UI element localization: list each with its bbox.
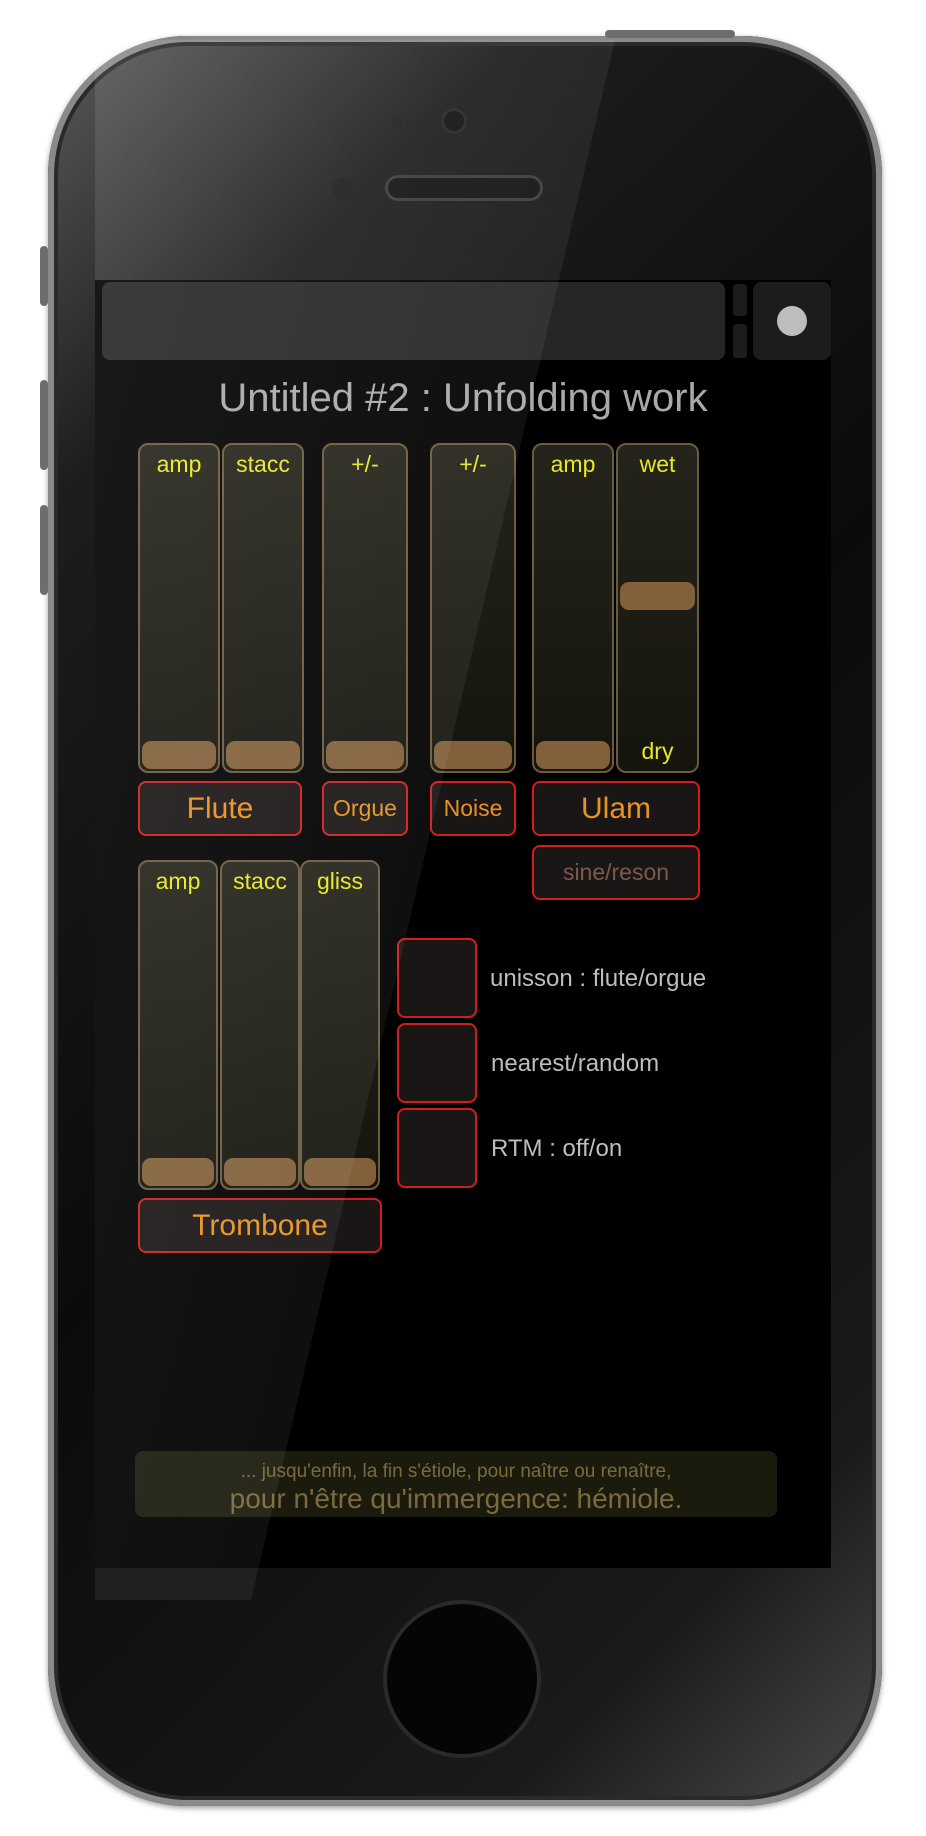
slider-label: stacc	[233, 868, 287, 894]
top-bar-divider	[733, 284, 747, 316]
earpiece-speaker	[385, 175, 543, 201]
slider-handle[interactable]	[304, 1158, 376, 1186]
nearest-random-toggle[interactable]	[397, 1023, 477, 1103]
slider-handle[interactable]	[434, 741, 512, 769]
ulam-button[interactable]: Ulam	[532, 781, 700, 836]
page-title: Untitled #2 : Unfolding work	[218, 376, 708, 420]
flute-amp-slider[interactable]: amp	[138, 443, 220, 773]
volume-down-button	[40, 505, 48, 595]
flute-stacc-slider[interactable]: stacc	[222, 443, 304, 773]
slider-handle[interactable]	[226, 741, 300, 769]
unisson-toggle[interactable]	[397, 938, 477, 1018]
trombone-gliss-slider[interactable]: gliss	[300, 860, 380, 1190]
top-bar-divider	[733, 324, 747, 358]
slider-label: amp	[155, 868, 201, 894]
top-bar	[102, 282, 725, 360]
noise-plusminus-slider[interactable]: +/-	[430, 443, 516, 773]
rtm-toggle[interactable]	[397, 1108, 477, 1188]
sine-reson-button[interactable]: sine/reson	[532, 845, 700, 900]
trombone-stacc-slider[interactable]: stacc	[220, 860, 300, 1190]
trombone-button[interactable]: Trombone	[138, 1198, 382, 1253]
proximity-sensor	[332, 178, 354, 200]
orgue-plusminus-slider[interactable]: +/-	[322, 443, 408, 773]
slider-handle[interactable]	[536, 741, 610, 769]
slider-handle[interactable]	[326, 741, 404, 769]
slider-label: gliss	[316, 868, 363, 894]
slider-label-dry: dry	[641, 738, 674, 764]
nearest-random-toggle-label: nearest/random	[491, 1050, 660, 1077]
power-button	[605, 30, 735, 38]
app-screen: Untitled #2 : Unfolding work amp stacc +…	[95, 280, 831, 1568]
poem-footer: ... jusqu'enfin, la fin s'étiole, pour n…	[135, 1451, 777, 1517]
slider-label: +/-	[351, 451, 379, 477]
flute-button[interactable]: Flute	[138, 781, 302, 836]
record-icon	[777, 306, 807, 336]
slider-label: amp	[156, 451, 202, 477]
rtm-toggle-label: RTM : off/on	[491, 1135, 623, 1162]
slider-label: stacc	[236, 451, 290, 477]
orgue-button[interactable]: Orgue	[322, 781, 408, 836]
noise-button[interactable]: Noise	[430, 781, 516, 836]
home-button[interactable]	[383, 1600, 541, 1758]
record-button[interactable]	[753, 282, 831, 360]
front-camera-icon	[441, 108, 467, 134]
slider-handle[interactable]	[142, 741, 216, 769]
trombone-amp-slider[interactable]: amp	[138, 860, 218, 1190]
slider-label: amp	[550, 451, 596, 477]
silent-switch	[40, 246, 48, 306]
poem-line-2: pour n'être qu'immergence: hémiole.	[229, 1483, 683, 1514]
slider-label: +/-	[459, 451, 487, 477]
slider-handle[interactable]	[620, 582, 695, 611]
slider-label-wet: wet	[639, 451, 676, 477]
ulam-amp-slider[interactable]: amp	[532, 443, 614, 773]
slider-handle[interactable]	[142, 1158, 214, 1186]
light-sensor	[392, 118, 402, 128]
volume-up-button	[40, 380, 48, 470]
poem-line-1: ... jusqu'enfin, la fin s'étiole, pour n…	[240, 1461, 672, 1482]
slider-handle[interactable]	[224, 1158, 296, 1186]
unisson-toggle-label: unisson : flute/orgue	[490, 965, 707, 992]
ulam-wet-dry-slider[interactable]: wet dry	[616, 443, 699, 773]
